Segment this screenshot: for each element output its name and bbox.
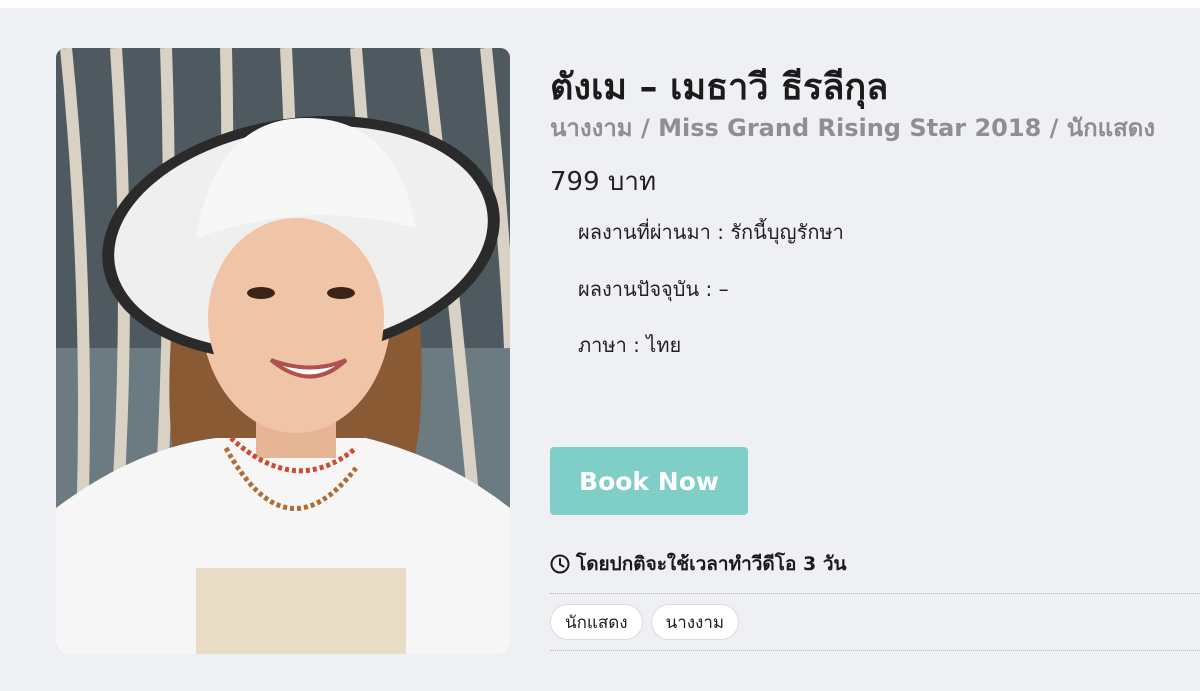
tag-beauty-queen[interactable]: นางงาม: [650, 604, 740, 640]
duration-text: โดยปกติจะใช้เวลาทำวีดีโอ 3 วัน: [576, 553, 847, 575]
price-label: 799 บาท: [550, 167, 657, 197]
tag-list: นักแสดง นางงาม: [550, 604, 740, 640]
divider: [550, 650, 1200, 651]
book-now-button[interactable]: Book Now: [550, 447, 748, 515]
profile-info: ตังเม – เมธาวี ธีรลีกุล นางงาม / Miss Gr…: [550, 8, 1200, 691]
clock-icon: [550, 554, 570, 574]
past-works: ผลงานที่ผ่านมา : รักนี้บุญรักษา: [578, 220, 844, 244]
tag-actor[interactable]: นักแสดง: [550, 604, 643, 640]
talent-name: ตังเม – เมธาวี ธีรลีกุล: [550, 67, 889, 108]
divider: [550, 593, 1200, 594]
profile-card: ตังเม – เมธาวี ธีรลีกุล นางงาม / Miss Gr…: [0, 8, 1200, 691]
current-works: ผลงานปัจจุบัน : –: [578, 277, 729, 301]
talent-subtitle: นางงาม / Miss Grand Rising Star 2018 / น…: [550, 114, 1156, 142]
duration-note: โดยปกติจะใช้เวลาทำวีดีโอ 3 วัน: [550, 549, 847, 579]
profile-photo: [56, 48, 510, 654]
language: ภาษา : ไทย: [578, 333, 682, 357]
